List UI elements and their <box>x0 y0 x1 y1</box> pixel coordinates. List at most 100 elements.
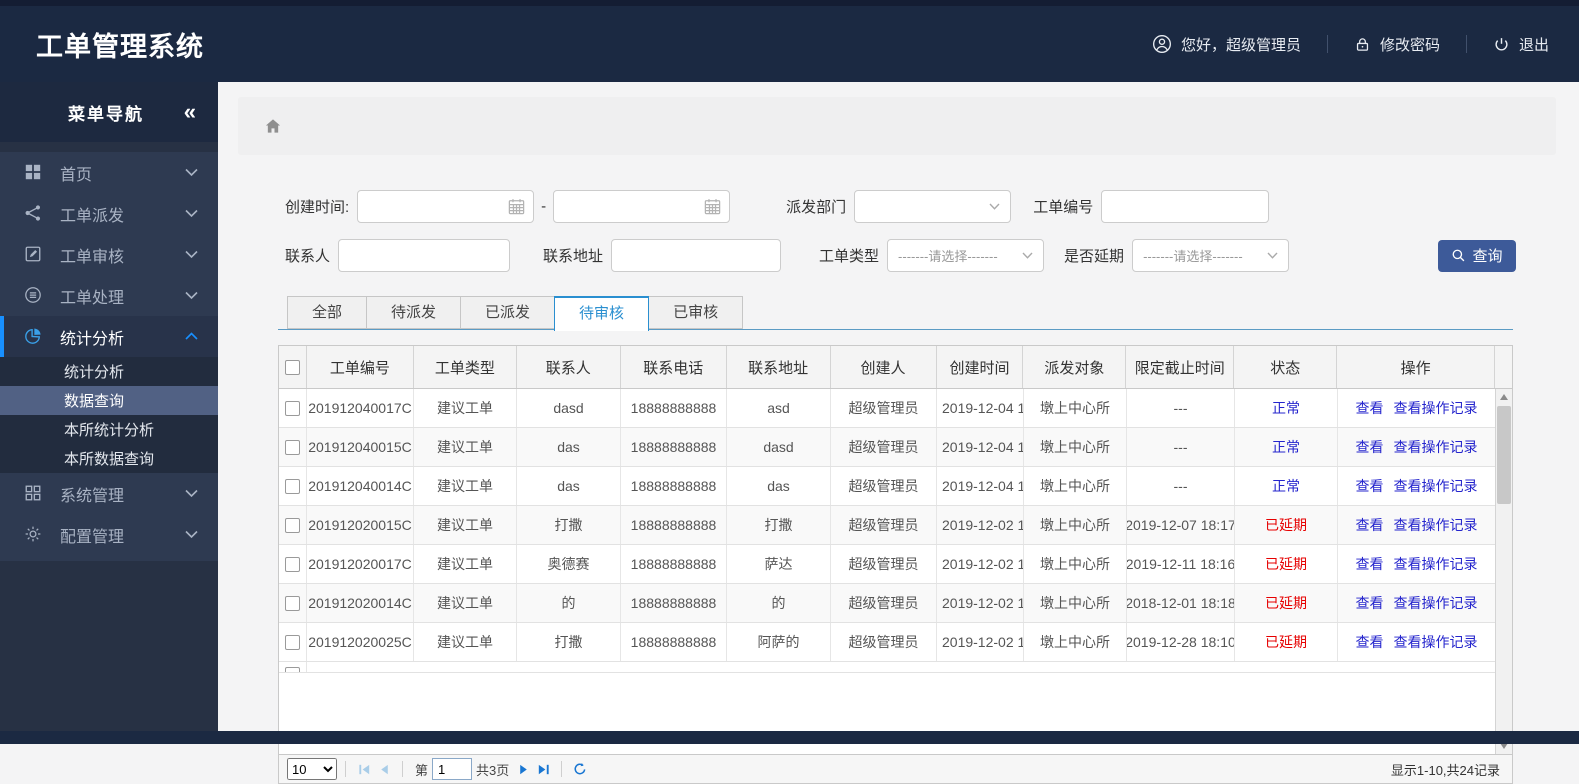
select-all-checkbox[interactable] <box>285 360 300 375</box>
date-start-input[interactable] <box>357 190 534 223</box>
cell-status: 正常 <box>1235 467 1338 505</box>
date-end-input[interactable] <box>553 190 730 223</box>
change-password-button[interactable]: 修改密码 <box>1354 34 1440 55</box>
process-icon <box>24 286 44 306</box>
view-operation-log-link[interactable]: 查看操作记录 <box>1394 515 1478 535</box>
tab-2[interactable]: 已派发 <box>460 296 555 329</box>
refresh-icon[interactable] <box>570 759 590 779</box>
row-checkbox[interactable] <box>285 440 300 455</box>
row-checkbox[interactable] <box>285 667 300 673</box>
cell-address: 的 <box>727 584 831 622</box>
row-checkbox[interactable] <box>285 596 300 611</box>
first-page-icon[interactable] <box>354 759 374 779</box>
cell-actions: 查看查看操作记录 <box>1338 506 1496 544</box>
cell-target: 墩上中心所 <box>1024 584 1127 622</box>
page-size-select[interactable]: 10 <box>287 758 337 780</box>
cell-creator: 超级管理员 <box>831 545 937 583</box>
user-greeting[interactable]: 您好，超级管理员 <box>1152 34 1301 55</box>
cell-deadline: --- <box>1127 389 1235 427</box>
scroll-up-icon[interactable] <box>1496 389 1512 405</box>
sidebar-item-process[interactable]: 工单处理 <box>0 275 218 316</box>
page-number-input[interactable] <box>432 758 472 780</box>
lock-icon <box>1354 36 1371 53</box>
edit-icon <box>24 245 44 265</box>
last-page-icon[interactable] <box>533 759 553 779</box>
view-link[interactable]: 查看 <box>1356 476 1384 496</box>
date-separator: - <box>541 198 546 215</box>
view-link[interactable]: 查看 <box>1356 515 1384 535</box>
row-checkbox[interactable] <box>285 479 300 494</box>
sidebar-item-home[interactable]: 首页 <box>0 152 218 193</box>
pagination-bar: 10 第 共3页 显示1-10,共24记录 <box>279 754 1512 783</box>
tab-4[interactable]: 已审核 <box>648 296 743 329</box>
cell-target: 墩上中心所 <box>1024 428 1127 466</box>
tab-1[interactable]: 待派发 <box>366 296 461 329</box>
cell-actions: 查看查看操作记录 <box>1338 623 1496 661</box>
row-checkbox[interactable] <box>285 635 300 650</box>
cell-order-no: 201912040015C <box>307 428 414 466</box>
view-link[interactable]: 查看 <box>1356 593 1384 613</box>
view-link[interactable]: 查看 <box>1356 554 1384 574</box>
row-checkbox[interactable] <box>285 518 300 533</box>
view-link[interactable]: 查看 <box>1356 437 1384 457</box>
view-operation-log-link[interactable]: 查看操作记录 <box>1394 437 1478 457</box>
cell-creator: 超级管理员 <box>831 428 937 466</box>
order-no-input[interactable] <box>1101 190 1269 223</box>
sidebar-item-system[interactable]: 系统管理 <box>0 473 218 514</box>
record-count-summary: 显示1-10,共24记录 <box>1391 760 1504 779</box>
table-scrollbar[interactable] <box>1495 389 1512 754</box>
cell-phone: 18888888888 <box>621 545 727 583</box>
dispatch-dept-select[interactable] <box>854 190 1011 223</box>
view-operation-log-link[interactable]: 查看操作记录 <box>1394 476 1478 496</box>
cell-deadline: 2019-12-07 18:17 <box>1127 506 1235 544</box>
chevron-down-icon <box>1267 252 1278 259</box>
view-operation-log-link[interactable]: 查看操作记录 <box>1394 593 1478 613</box>
row-checkbox[interactable] <box>285 557 300 572</box>
calendar-icon[interactable] <box>507 197 526 221</box>
cell-phone: 18888888888 <box>621 428 727 466</box>
cell-contact: das <box>517 467 621 505</box>
view-link[interactable]: 查看 <box>1356 632 1384 652</box>
cell-order-no: 201912020015C <box>307 506 414 544</box>
delay-select[interactable]: -------请选择------- <box>1132 239 1289 272</box>
cell-actions: 查看查看操作记录 <box>1338 584 1496 622</box>
column-header: 操作 <box>1337 346 1495 388</box>
search-button[interactable]: 查询 <box>1438 240 1516 272</box>
tab-3[interactable]: 待审核 <box>554 296 649 331</box>
sidebar-item-statistics[interactable]: 统计分析 <box>0 316 218 357</box>
prev-page-icon[interactable] <box>374 759 394 779</box>
cell-creator: 超级管理员 <box>831 623 937 661</box>
tab-0[interactable]: 全部 <box>287 296 367 329</box>
logout-button[interactable]: 退出 <box>1493 34 1549 55</box>
scrollbar-thumb[interactable] <box>1497 406 1511 504</box>
next-page-icon[interactable] <box>513 759 533 779</box>
cell-phone: 18888888888 <box>621 467 727 505</box>
cell-contact: 的 <box>517 584 621 622</box>
view-link[interactable]: 查看 <box>1356 398 1384 418</box>
collapse-sidebar-icon[interactable]: « <box>184 101 196 123</box>
view-operation-log-link[interactable]: 查看操作记录 <box>1394 632 1478 652</box>
sidebar-item-review[interactable]: 工单审核 <box>0 234 218 275</box>
grid-outline-icon <box>24 484 44 504</box>
order-type-select[interactable]: -------请选择------- <box>887 239 1044 272</box>
chevron-down-icon <box>185 209 198 218</box>
submenu-item[interactable]: 统计分析 <box>0 357 218 386</box>
submenu-item[interactable]: 本所统计分析 <box>0 415 218 444</box>
contact-input[interactable] <box>338 239 510 272</box>
calendar-icon[interactable] <box>703 197 722 221</box>
cell-order-no: 201912040014C <box>307 467 414 505</box>
row-checkbox[interactable] <box>285 401 300 416</box>
cell-target: 墩上中心所 <box>1024 506 1127 544</box>
footer-bar <box>0 731 1579 744</box>
home-icon[interactable] <box>263 116 283 136</box>
table-row: 201912040015C建议工单das18888888888dasd超级管理员… <box>279 428 1512 467</box>
sidebar-item-dispatch[interactable]: 工单派发 <box>0 193 218 234</box>
view-operation-log-link[interactable]: 查看操作记录 <box>1394 554 1478 574</box>
submenu-item[interactable]: 数据查询 <box>0 386 218 415</box>
submenu-item[interactable]: 本所数据查询 <box>0 444 218 473</box>
cell-type: 建议工单 <box>414 506 517 544</box>
cell-deadline: 2018-12-01 18:18 <box>1127 584 1235 622</box>
sidebar-item-config[interactable]: 配置管理 <box>0 514 218 555</box>
view-operation-log-link[interactable]: 查看操作记录 <box>1394 398 1478 418</box>
address-input[interactable] <box>611 239 781 272</box>
